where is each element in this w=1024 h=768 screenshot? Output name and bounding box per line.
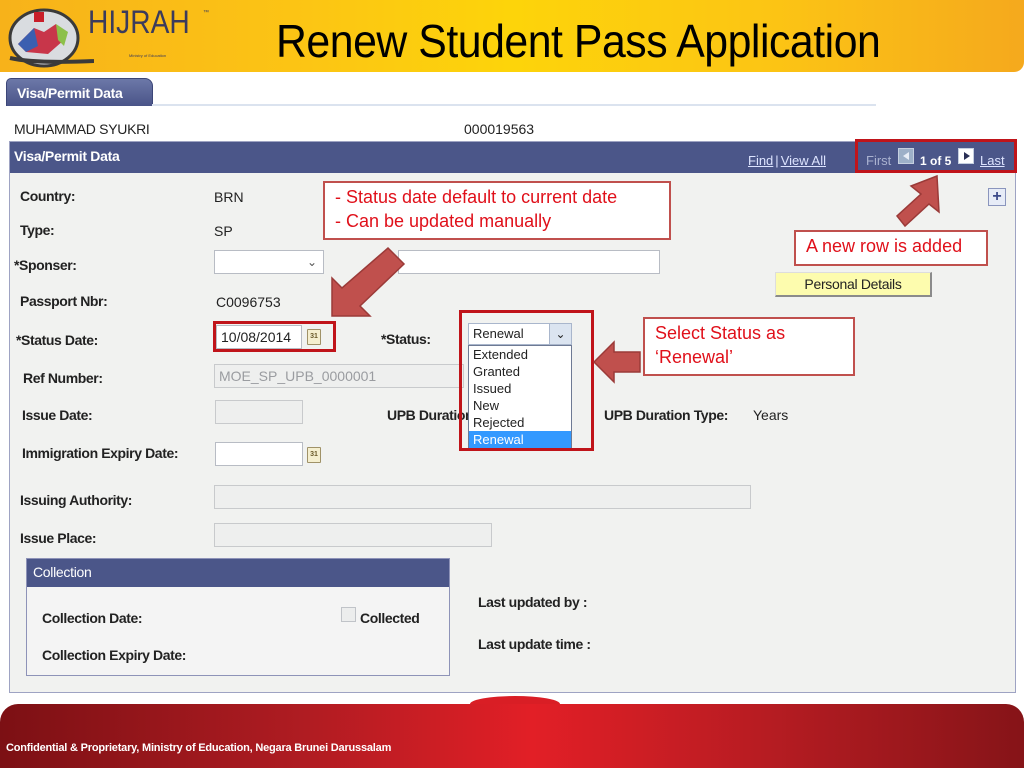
status-date-note-line2: - Can be updated manually: [335, 211, 552, 231]
student-id: 000019563: [464, 121, 535, 137]
logo-wordmark: HIJRAH: [88, 4, 190, 40]
status-dropdown-highlight: [459, 310, 594, 451]
upb-duration-type-label: UPB Duration Type:: [604, 407, 728, 423]
add-row-button[interactable]: +: [988, 188, 1006, 206]
logo-trademark: ™: [203, 10, 209, 16]
collected-label: Collected: [360, 610, 420, 626]
issuing-authority-label: Issuing Authority:: [20, 492, 133, 508]
sponser-label: *Sponser:: [14, 257, 77, 273]
country-label: Country:: [20, 188, 76, 204]
collection-date-label: Collection Date:: [42, 610, 143, 626]
select-status-note-line1: Select Status as: [655, 323, 786, 343]
type-value: SP: [214, 223, 233, 239]
status-date-note-line1: - Status date default to current date: [335, 187, 618, 207]
globe-logo-icon: [8, 8, 205, 68]
personal-details-button[interactable]: Personal Details: [775, 272, 932, 297]
issue-place-label: Issue Place:: [20, 530, 97, 546]
arrow-left-icon: [592, 340, 641, 384]
passport-label: Passport Nbr:: [20, 293, 108, 309]
status-label: *Status:: [381, 331, 431, 347]
ref-number-field: MOE_SP_UPB_0000001: [214, 364, 464, 388]
footer-confidential-text: Confidential & Proprietary, Ministry of …: [6, 742, 392, 754]
collected-checkbox[interactable]: [341, 607, 356, 622]
issue-date-label: Issue Date:: [22, 407, 93, 423]
select-status-note-line2: ‘Renewal’: [655, 347, 734, 367]
logo-subtitle: Ministry of Education: [129, 53, 167, 58]
link-separator: |: [775, 153, 779, 168]
status-date-label: *Status Date:: [16, 332, 98, 348]
tab-divider: [152, 104, 876, 106]
panel-header: Visa/Permit Data Find | View All First 1 o…: [10, 139, 1017, 173]
upb-duration-label: UPB Duration:: [387, 407, 470, 423]
calendar-icon[interactable]: 31: [307, 447, 321, 463]
panel-title: Visa/Permit Data: [14, 148, 120, 164]
collection-panel: Collection Collection Date: Collected Co…: [26, 558, 450, 676]
sponser-select[interactable]: ⌄: [214, 250, 324, 274]
immigration-expiry-label: Immigration Expiry Date:: [22, 445, 179, 461]
find-link[interactable]: Find: [748, 153, 773, 168]
collection-header: Collection: [27, 559, 449, 587]
header-banner: HIJRAH ™ Ministry of Education Renew Stu…: [0, 0, 1024, 72]
panel-links: Find | View All: [748, 153, 826, 168]
last-updated-by-label: Last updated by :: [478, 594, 588, 610]
view-all-link[interactable]: View All: [781, 153, 826, 168]
country-value: BRN: [214, 189, 244, 205]
arrow-down-left-icon: [331, 246, 406, 317]
select-status-note: Select Status as ‘Renewal’: [643, 317, 855, 376]
chevron-down-icon: ⌄: [306, 255, 317, 269]
status-date-highlight: [213, 321, 336, 352]
last-update-time-label: Last update time :: [478, 636, 591, 652]
issuing-authority-field: [214, 485, 751, 509]
status-date-note: - Status date default to current date - …: [323, 181, 671, 240]
page-title: Renew Student Pass Application: [276, 15, 881, 67]
student-name: MUHAMMAD SYUKRI: [14, 121, 150, 137]
immigration-expiry-input[interactable]: [215, 442, 303, 466]
collection-expiry-label: Collection Expiry Date:: [42, 647, 187, 663]
new-row-note: A new row is added: [794, 230, 988, 266]
arrow-up-right-icon: [895, 174, 940, 228]
issue-date-field: [215, 400, 303, 424]
footer-bar: [0, 704, 1024, 768]
ref-number-label: Ref Number:: [23, 370, 103, 386]
issue-place-field: [214, 523, 492, 547]
type-label: Type:: [20, 222, 55, 238]
hijrah-logo: HIJRAH ™ Ministry of Education: [4, 2, 209, 70]
tab-visa-permit-data[interactable]: Visa/Permit Data: [6, 78, 153, 106]
nav-highlight-box: [855, 139, 1017, 173]
upb-duration-type-value: Years: [753, 407, 789, 423]
passport-value: C0096753: [216, 294, 281, 310]
slide: HIJRAH ™ Ministry of Education Renew Stu…: [0, 0, 1024, 768]
sponser-description-field[interactable]: [398, 250, 660, 274]
